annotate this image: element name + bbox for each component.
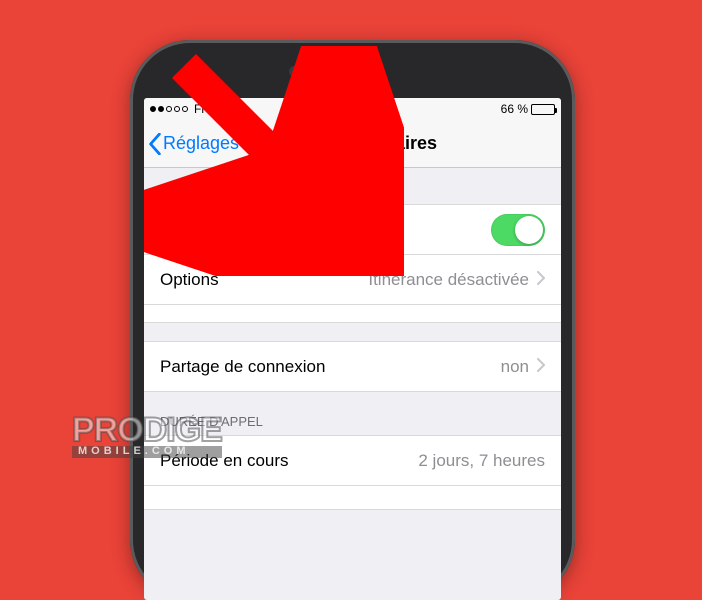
options-label: Options xyxy=(160,270,219,290)
row-options[interactable]: Options Itinérance désactivée xyxy=(144,254,561,304)
chevron-right-icon xyxy=(537,270,545,290)
row-partial xyxy=(144,485,561,509)
row-hotspot[interactable]: Partage de connexion non xyxy=(144,341,561,391)
back-label: Réglages xyxy=(163,133,239,154)
watermark: PRODIGE MOBILE.COM xyxy=(72,419,222,458)
group-cellular: Données cellulaires Options Itinérance d… xyxy=(144,204,561,323)
chevron-right-icon xyxy=(537,357,545,377)
speaker-grille xyxy=(326,68,380,75)
cellular-data-toggle[interactable] xyxy=(491,214,545,246)
carrier-label: Free xyxy=(194,102,219,116)
hotspot-label: Partage de connexion xyxy=(160,357,325,377)
status-time: 22:19 xyxy=(337,102,368,116)
row-spacer xyxy=(144,304,561,322)
network-label: 4G xyxy=(223,102,239,116)
battery-percent: 66 % xyxy=(501,102,528,116)
options-value: Itinérance désactivée xyxy=(368,270,529,290)
front-camera xyxy=(289,66,300,77)
cellular-data-label: Données cellulaires xyxy=(160,220,308,240)
group-hotspot: Partage de connexion non xyxy=(144,341,561,392)
chevron-left-icon xyxy=(148,133,162,155)
hotspot-value: non xyxy=(501,357,529,377)
battery-icon xyxy=(531,104,555,115)
row-cellular-data[interactable]: Données cellulaires xyxy=(144,204,561,254)
iphone-frame: Free 4G 22:19 66 % Réglages Données cell… xyxy=(130,40,575,600)
watermark-brand: PRODIGE xyxy=(72,411,222,449)
period-value: 2 jours, 7 heures xyxy=(418,451,545,471)
status-bar: Free 4G 22:19 66 % xyxy=(144,98,561,120)
screen: Free 4G 22:19 66 % Réglages Données cell… xyxy=(144,98,561,600)
proximity-sensor xyxy=(348,51,357,60)
nav-bar: Réglages Données cellulaires xyxy=(144,120,561,168)
back-button[interactable]: Réglages xyxy=(144,133,239,155)
signal-strength-icon xyxy=(150,106,188,112)
settings-list: Données cellulaires Options Itinérance d… xyxy=(144,168,561,510)
